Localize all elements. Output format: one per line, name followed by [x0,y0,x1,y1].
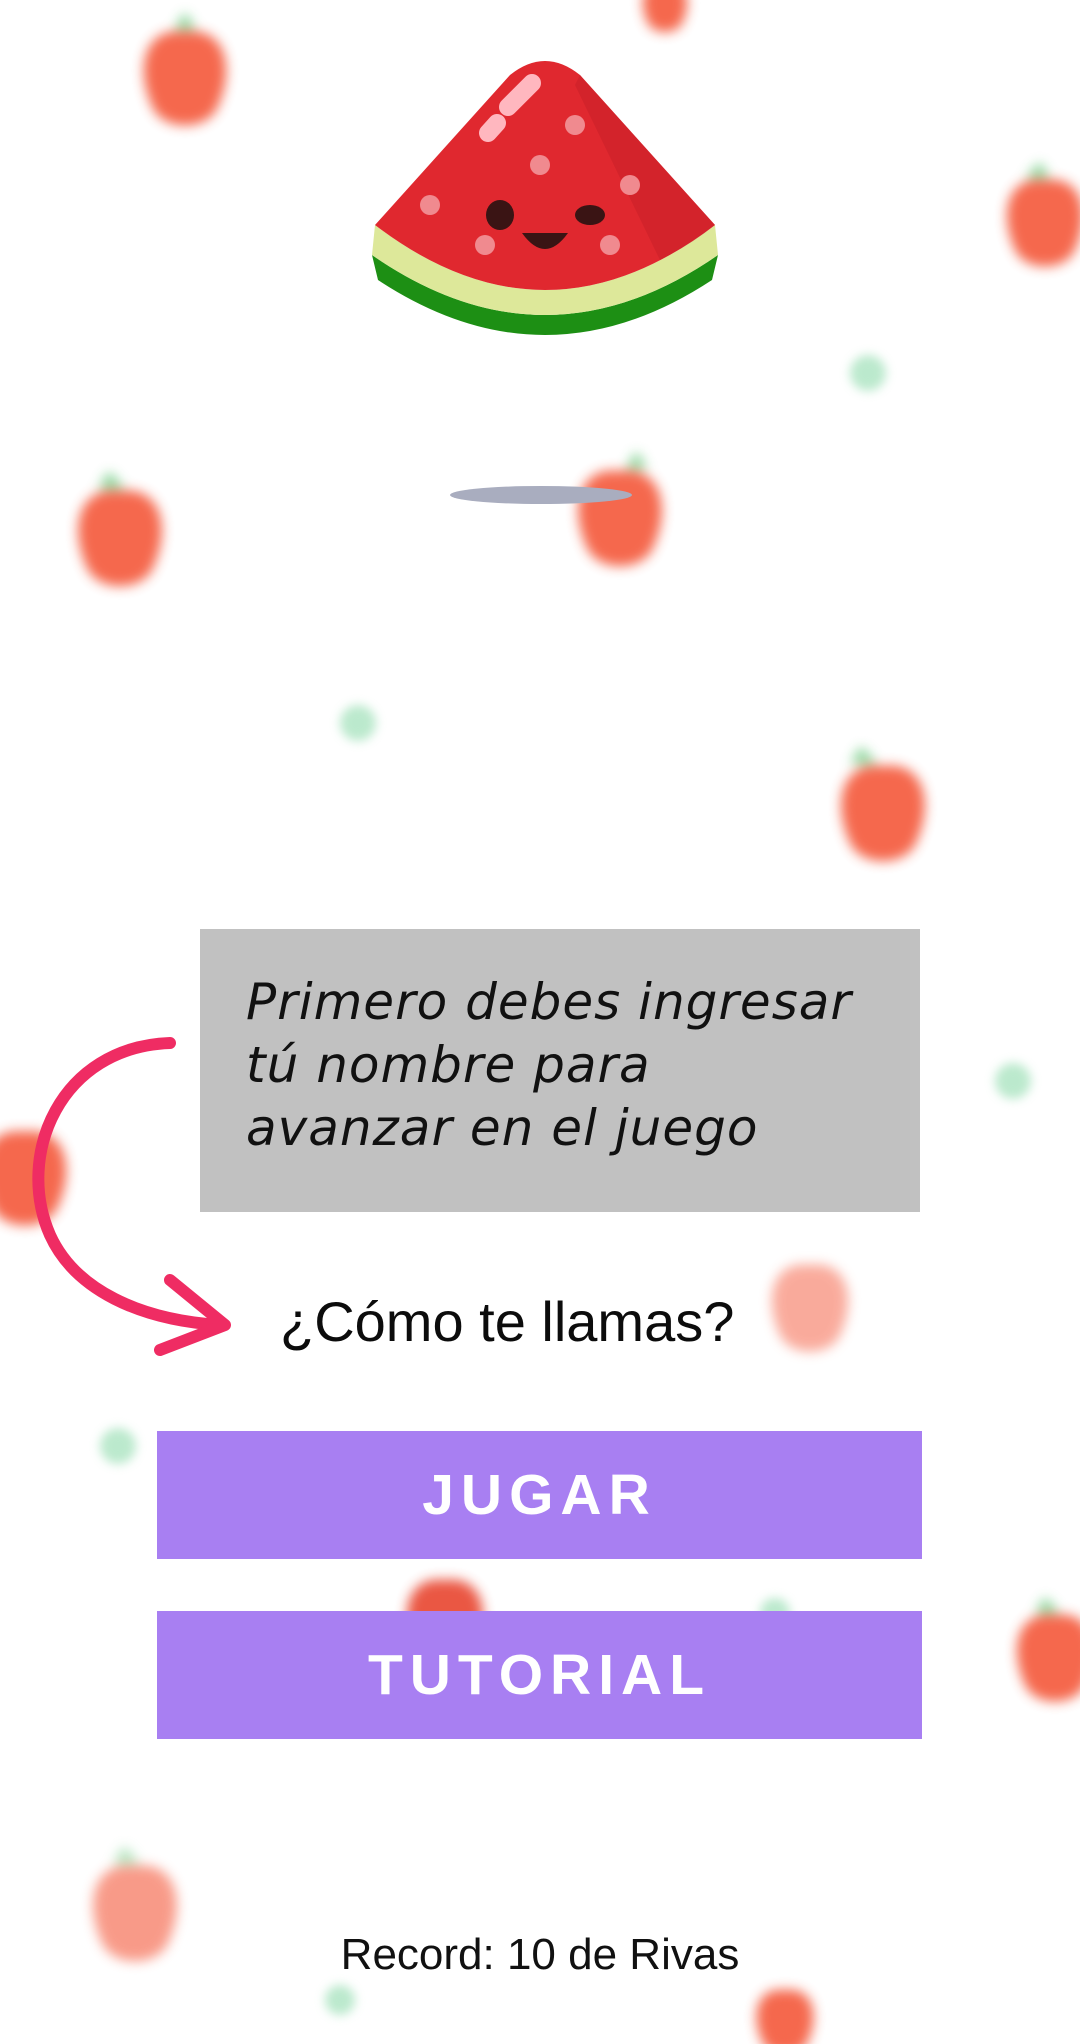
strawberry-icon [1007,162,1080,267]
play-button[interactable]: JUGAR [157,1431,922,1559]
background-dot [100,1428,136,1464]
background-dot [325,1985,355,2015]
strawberry-icon [143,12,227,126]
strawberry-icon [78,471,162,587]
strawberry-icon [642,0,688,33]
strawberry-icon [1017,1597,1080,1702]
hint-text: Primero debes ingresar tú nombre para av… [246,973,852,1157]
record-text: Record: 10 de Rivas [340,1930,740,1979]
strawberry-icon [756,1989,814,2044]
background-dot [995,1063,1031,1099]
watermelon-mascot-icon [372,61,718,335]
strawberry-icon [841,746,925,862]
name-prompt-label[interactable]: ¿Cómo te llamas? [280,1282,780,1362]
mascot-shadow [450,486,632,504]
background-dot [340,705,376,741]
hint-box: Primero debes ingresar tú nombre para av… [200,929,920,1212]
tutorial-button[interactable]: TUTORIAL [157,1611,922,1739]
game-start-screen: Primero debes ingresar tú nombre para av… [0,0,1080,2044]
strawberry-icon [578,451,662,567]
curved-arrow-icon [32,1037,231,1356]
background-dot [850,355,886,391]
